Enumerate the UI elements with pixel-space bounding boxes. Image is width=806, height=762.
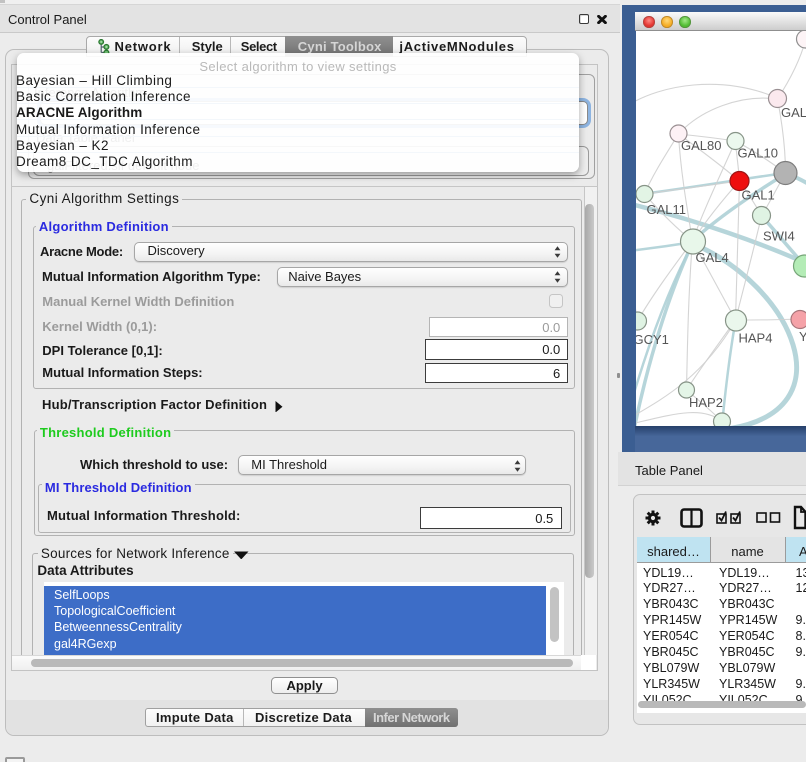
svg-text:GAL80: GAL80	[681, 138, 721, 153]
svg-text:GAL10: GAL10	[737, 146, 777, 161]
svg-text:GCY1: GCY1	[636, 332, 669, 347]
svg-text:GAL4: GAL4	[695, 250, 728, 265]
svg-text:HAP4: HAP4	[738, 331, 772, 346]
svg-text:HAP2: HAP2	[689, 395, 723, 410]
svg-text:GAL11: GAL11	[646, 202, 686, 217]
svg-text:GAL1: GAL1	[741, 188, 774, 203]
svg-text:SWI4: SWI4	[763, 229, 795, 244]
svg-text:Y: Y	[799, 329, 806, 344]
svg-text:GAL7: GAL7	[781, 105, 806, 120]
